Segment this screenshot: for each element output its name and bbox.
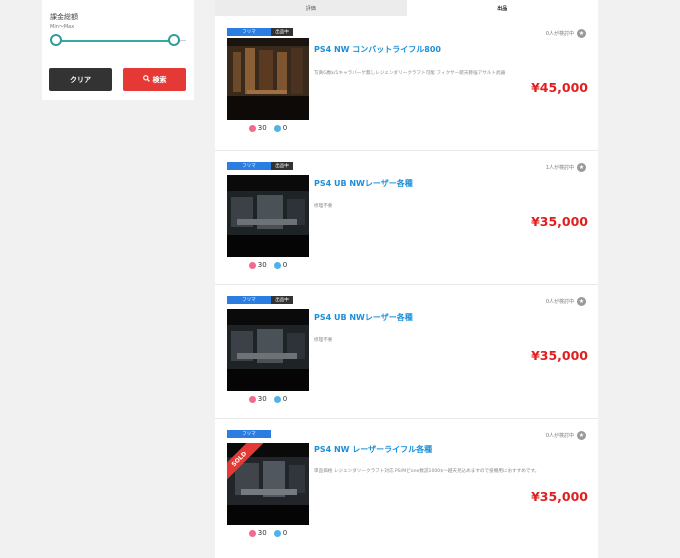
tab-reviews[interactable]: 評価 [215, 0, 407, 16]
watchers-count: 0人が検討中 [545, 31, 574, 37]
smile-icon [248, 261, 256, 269]
rating-counts: 30 0 [227, 395, 309, 403]
range-slider-min-handle[interactable] [50, 34, 62, 46]
smile-icon [248, 395, 256, 403]
item-divider [215, 150, 598, 151]
item-price: ¥45,000 [531, 80, 588, 95]
item-thumbnail[interactable] [227, 175, 309, 257]
type-badge: フリマ [227, 430, 271, 438]
bad-count: 0 [282, 124, 288, 132]
smile-icon [248, 124, 256, 132]
rating-counts: 30 0 [227, 124, 309, 132]
item-thumbnail[interactable] [227, 38, 309, 120]
listing-item[interactable]: フリマ 出品中 30 0 PS4 UB NWレーザー各種 1人が検討中 ★ 修理… [215, 150, 598, 284]
good-count: 30 [257, 124, 267, 132]
listing-item[interactable]: フリマ 出品中 30 0 PS4 UB NWレーザー各種 0人が検討中 ★ 修理… [215, 284, 598, 418]
type-badge: フリマ [227, 162, 271, 170]
item-thumbnail[interactable]: SOLD [227, 443, 309, 525]
range-slider-max-handle[interactable] [168, 34, 180, 46]
watchers-indicator: 0人が検討中 ★ [546, 431, 586, 440]
item-title-link[interactable]: PS4 UB NWレーザー各種 [314, 312, 413, 323]
item-description: 写真G数k/1キャラバーゲ無しレジェンダリークラフト可能 フィクサー銃天赫強アサ… [314, 71, 506, 76]
good-count: 30 [257, 529, 267, 537]
favorite-star-icon[interactable]: ★ [577, 163, 586, 172]
thumbnail-image [227, 309, 309, 391]
search-icon [142, 75, 150, 84]
type-badge: フリマ [227, 28, 271, 36]
bad-count: 0 [282, 529, 288, 537]
clear-button[interactable]: クリア [49, 68, 112, 91]
range-slider-track[interactable] [56, 40, 180, 42]
watchers-indicator: 1人が検討中 ★ [546, 163, 586, 172]
watchers-indicator: 0人が検討中 ★ [546, 29, 586, 38]
rating-counts: 30 0 [227, 529, 309, 537]
sad-face-icon [273, 261, 281, 269]
watchers-count: 0人が検討中 [545, 433, 574, 439]
item-title-link[interactable]: PS4 NW レーザーライフル各種 [314, 444, 432, 455]
item-divider [215, 418, 598, 419]
filter-title: 課金総額 [50, 13, 78, 21]
item-divider [215, 284, 598, 285]
status-badge: 出品中 [271, 28, 293, 36]
tab-bar: 評価 出品 [215, 0, 598, 16]
bad-count: 0 [282, 261, 288, 269]
status-badge: 出品中 [271, 162, 293, 170]
bad-count: 0 [282, 395, 288, 403]
item-price: ¥35,000 [531, 214, 588, 229]
item-description: 修理不要 [314, 338, 333, 343]
good-count: 30 [257, 395, 267, 403]
filter-range-label: Min〜Max [50, 24, 75, 30]
search-button-label: 検索 [152, 75, 167, 84]
tab-listings[interactable]: 出品 [406, 0, 598, 16]
item-price: ¥35,000 [531, 348, 588, 363]
range-slider-tail [180, 40, 186, 41]
rating-counts: 30 0 [227, 261, 309, 269]
thumbnail-image [227, 38, 309, 120]
smile-icon [248, 529, 256, 537]
type-badge: フリマ [227, 296, 271, 304]
favorite-star-icon[interactable]: ★ [577, 29, 586, 38]
favorite-star-icon[interactable]: ★ [577, 297, 586, 306]
watchers-count: 0人が検討中 [545, 299, 574, 305]
item-price: ¥35,000 [531, 489, 588, 504]
item-title-link[interactable]: PS4 NW コンバットライフル800 [314, 44, 441, 55]
item-thumbnail[interactable] [227, 309, 309, 391]
item-description: 単品価格 レジェンダリークラフト対応 PS/Mピone数説1000$〜越天見込め… [314, 469, 540, 474]
sad-face-icon [273, 124, 281, 132]
price-filter-panel: 課金総額 Min〜Max クリア 検索 [42, 0, 194, 100]
listing-panel: 評価 出品 フリマ 出品中 30 0 PS4 NW コンバットライフル800 0… [215, 0, 598, 558]
thumbnail-image [227, 175, 309, 257]
watchers-count: 1人が検討中 [545, 165, 574, 171]
good-count: 30 [257, 261, 267, 269]
clear-button-label: クリア [70, 75, 91, 84]
search-button[interactable]: 検索 [123, 68, 186, 91]
favorite-star-icon[interactable]: ★ [577, 431, 586, 440]
watchers-indicator: 0人が検討中 ★ [546, 297, 586, 306]
listing-item[interactable]: フリマ 出品中 30 0 PS4 NW コンバットライフル800 0人が検討中 … [215, 28, 598, 150]
item-description: 修理不要 [314, 204, 333, 209]
sad-face-icon [273, 529, 281, 537]
item-title-link[interactable]: PS4 UB NWレーザー各種 [314, 178, 413, 189]
sad-face-icon [273, 395, 281, 403]
listing-item[interactable]: フリマ SOLD 30 0 PS4 NW レーザーライフル各種 0人が検討中 ★… [215, 418, 598, 558]
status-badge: 出品中 [271, 296, 293, 304]
